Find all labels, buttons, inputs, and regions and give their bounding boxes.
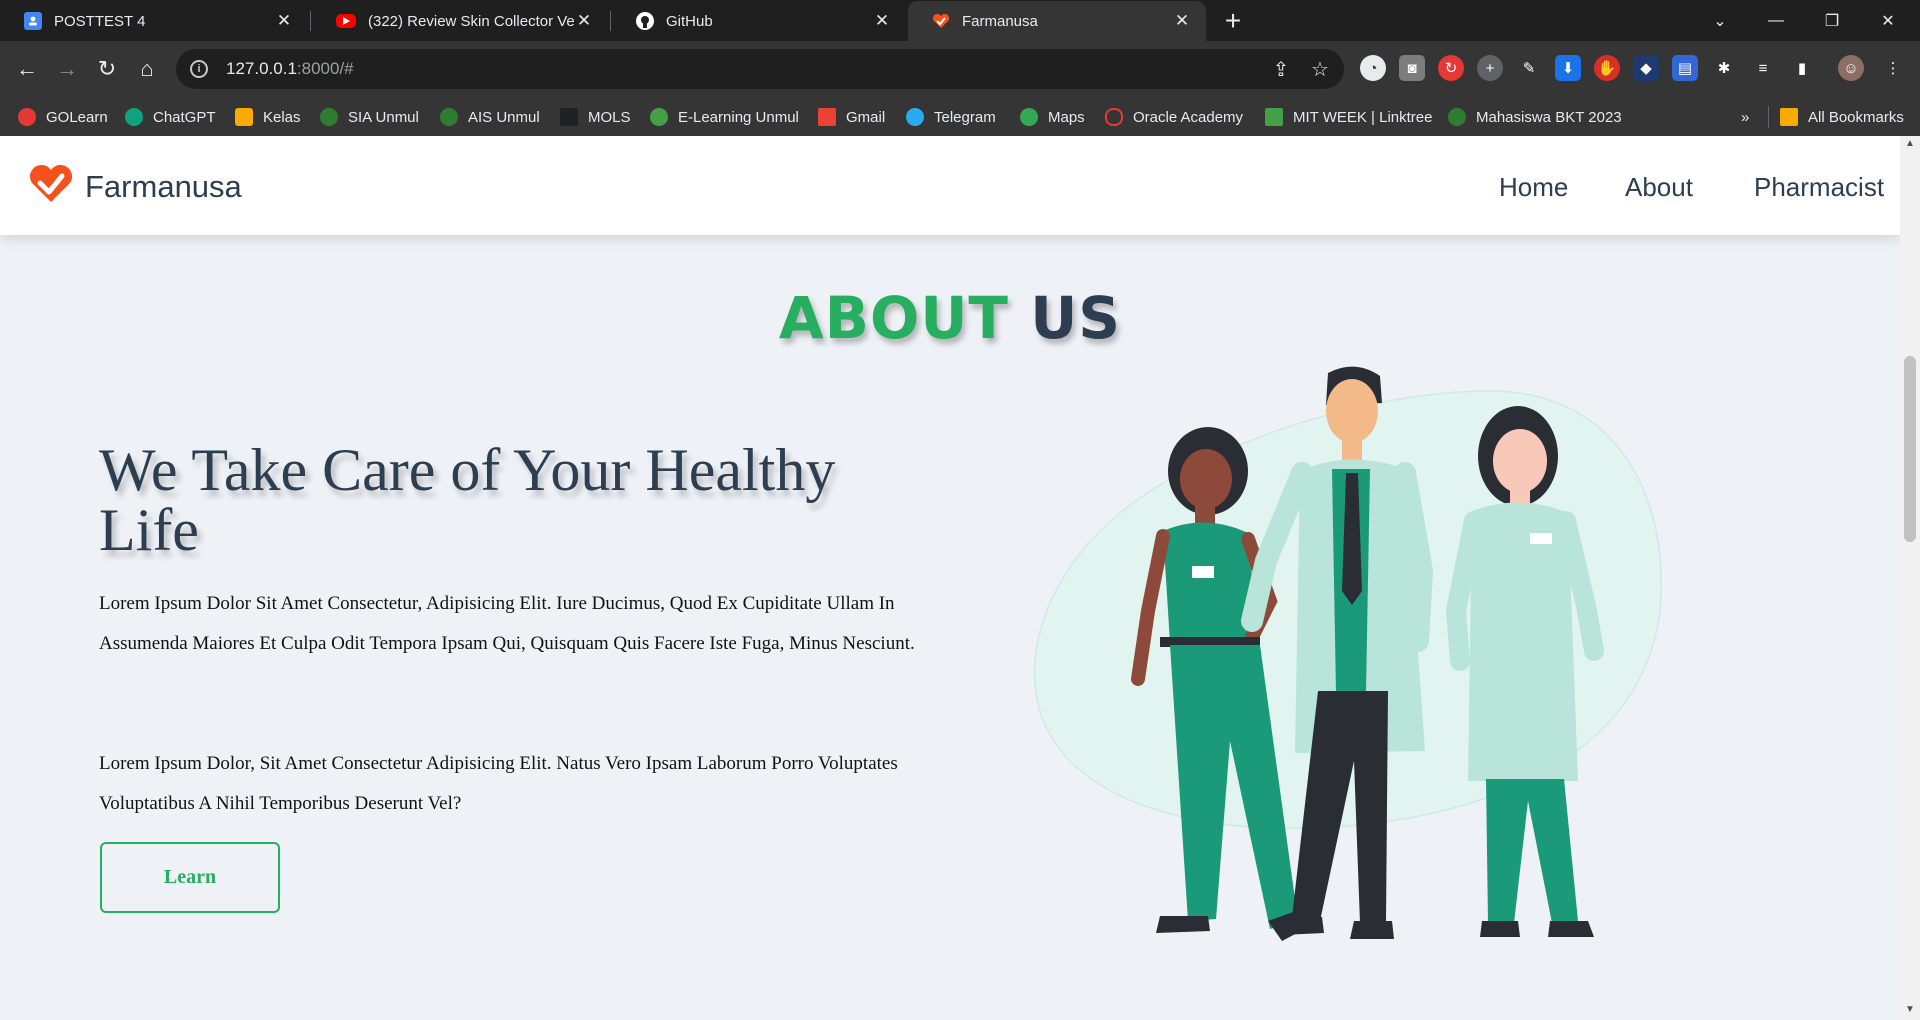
page-viewport: Farmanusa Home About Pharmacist ABOUT US… xyxy=(0,136,1900,1020)
site-header: Farmanusa Home About Pharmacist xyxy=(0,136,1900,235)
profile-avatar[interactable]: ☺ xyxy=(1838,55,1864,81)
unmul-icon xyxy=(320,108,338,126)
classroom-icon xyxy=(24,12,42,30)
folder-icon xyxy=(1780,108,1798,126)
menu-kebab-icon[interactable]: ⋮ xyxy=(1880,55,1906,81)
scrollbar-thumb[interactable] xyxy=(1904,356,1916,542)
bookmark-oracle-academy[interactable]: Oracle Academy xyxy=(1105,106,1243,128)
adblock-extension-icon[interactable]: ✋ xyxy=(1594,55,1620,81)
site-info-icon[interactable]: i xyxy=(190,60,208,78)
mols-house-icon xyxy=(560,108,578,126)
tab-github[interactable]: GitHub ✕ xyxy=(612,1,906,41)
nav-pharmacist[interactable]: Pharmacist xyxy=(1754,172,1884,203)
heart-check-logo-icon xyxy=(29,164,73,209)
section-title-about: ABOUT xyxy=(778,284,1009,352)
browser-toolbar: ← → ↻ ⌂ i 127.0.0.1:8000/# ⇪ ☆ ◔ ◙ ↻ + ✎… xyxy=(0,41,1920,97)
about-paragraph-2: Lorem Ipsum Dolor, Sit Amet Consectetur … xyxy=(99,753,898,814)
learn-button[interactable]: Learn xyxy=(100,842,280,913)
tab-strip: POSTTEST 4 ✕ (322) Review Skin Collector… xyxy=(0,0,1920,41)
all-bookmarks-button[interactable]: All Bookmarks xyxy=(1780,106,1904,128)
restore-icon[interactable]: ❐ xyxy=(1804,0,1860,41)
bookmarks-overflow-button[interactable]: » xyxy=(1741,106,1749,128)
kelas-icon xyxy=(235,108,253,126)
bookmark-sia-unmul[interactable]: SIA Unmul xyxy=(320,106,419,128)
nav-about[interactable]: About xyxy=(1625,172,1693,203)
close-tab-icon[interactable]: ✕ xyxy=(574,11,594,31)
tab-farmanusa[interactable]: Farmanusa ✕ xyxy=(908,1,1206,41)
home-icon[interactable]: ⌂ xyxy=(131,53,163,85)
side-panel-icon[interactable]: ▮ xyxy=(1789,55,1815,81)
page-scrollbar[interactable]: ▲ ▼ xyxy=(1900,136,1920,1020)
docs-extension-icon[interactable]: ▤ xyxy=(1672,55,1698,81)
nav-home[interactable]: Home xyxy=(1499,172,1568,203)
bookmark-kelas[interactable]: Kelas xyxy=(235,106,301,128)
reload-icon[interactable]: ↻ xyxy=(91,53,123,85)
tab-search-icon[interactable]: ⌄ xyxy=(1692,0,1748,41)
scroll-down-arrow-icon[interactable]: ▼ xyxy=(1905,1004,1915,1015)
about-paragraph-1: Lorem Ipsum Dolor Sit Amet Consectetur, … xyxy=(99,593,915,654)
bookmark-golearn[interactable]: GOLearn xyxy=(18,106,108,128)
golearn-icon xyxy=(18,108,36,126)
oracle-icon xyxy=(1105,108,1123,126)
reading-list-icon[interactable]: ≡ xyxy=(1750,55,1776,81)
scroll-up-arrow-icon[interactable]: ▲ xyxy=(1905,138,1915,149)
security-extension-icon[interactable]: ◆ xyxy=(1633,55,1659,81)
back-icon[interactable]: ← xyxy=(11,53,43,85)
unmul-icon xyxy=(440,108,458,126)
farmanusa-favicon xyxy=(932,12,950,30)
section-title-us: US xyxy=(1030,284,1122,352)
speed-dial-extension-icon[interactable]: ◔ xyxy=(1360,55,1386,81)
close-tab-icon[interactable]: ✕ xyxy=(1172,11,1192,31)
bookmark-gmail[interactable]: Gmail xyxy=(818,106,885,128)
forward-icon[interactable]: → xyxy=(51,53,83,85)
maps-pin-icon xyxy=(1020,108,1038,126)
bookmark-maps[interactable]: Maps xyxy=(1020,106,1085,128)
bookmark-mahasiswa-bkt[interactable]: Mahasiswa BKT 2023 xyxy=(1448,106,1622,128)
bookmark-star-icon[interactable]: ☆ xyxy=(1309,58,1331,81)
bookmark-telegram[interactable]: Telegram xyxy=(906,106,996,128)
youtube-icon xyxy=(336,14,356,28)
minimize-icon[interactable]: — xyxy=(1748,0,1804,41)
bookmark-chatgpt[interactable]: ChatGPT xyxy=(125,106,216,128)
bookmarks-bar: GOLearn ChatGPT Kelas SIA Unmul AIS Unmu… xyxy=(0,97,1920,136)
url-text[interactable]: 127.0.0.1:8000/# xyxy=(226,59,354,79)
tab-youtube[interactable]: (322) Review Skin Collector Vexa ✕ xyxy=(312,1,608,41)
bookmark-mit-week[interactable]: MIT WEEK | Linktree xyxy=(1265,106,1433,128)
refresh-extension-icon[interactable]: ↻ xyxy=(1438,55,1464,81)
tab-posttest[interactable]: POSTTEST 4 ✕ xyxy=(0,1,308,41)
address-bar[interactable]: i 127.0.0.1:8000/# ⇪ ☆ xyxy=(176,49,1344,89)
site-logo[interactable]: Farmanusa xyxy=(29,164,242,209)
bookmark-elearning-unmul[interactable]: E-Learning Unmul xyxy=(650,106,799,128)
bookmarks-divider xyxy=(1768,106,1769,128)
extensions-puzzle-icon[interactable]: ✱ xyxy=(1711,55,1737,81)
close-tab-icon[interactable]: ✕ xyxy=(872,11,892,31)
bookmark-ais-unmul[interactable]: AIS Unmul xyxy=(440,106,540,128)
close-tab-icon[interactable]: ✕ xyxy=(274,11,294,31)
share-icon[interactable]: ⇪ xyxy=(1270,58,1292,81)
color-picker-extension-icon[interactable]: ✎ xyxy=(1516,55,1542,81)
about-headline: We Take Care of Your Healthy Life xyxy=(99,437,836,563)
section-title: ABOUT US xyxy=(0,284,1900,352)
gmail-icon xyxy=(818,108,836,126)
tab-separator xyxy=(610,11,611,31)
medical-team-illustration xyxy=(1033,366,1662,941)
tab-separator xyxy=(310,11,311,31)
add-extension-icon[interactable]: + xyxy=(1477,55,1503,81)
brand-name: Farmanusa xyxy=(85,168,242,204)
linktree-icon xyxy=(1265,108,1283,126)
camera-extension-icon[interactable]: ◙ xyxy=(1399,55,1425,81)
github-icon xyxy=(636,12,654,30)
elearning-icon xyxy=(650,108,668,126)
download-extension-icon[interactable]: ⬇ xyxy=(1555,55,1581,81)
telegram-icon xyxy=(906,108,924,126)
bkt-icon xyxy=(1448,108,1466,126)
bookmark-mols[interactable]: MOLS xyxy=(560,106,631,128)
close-window-icon[interactable]: ✕ xyxy=(1860,0,1916,41)
chatgpt-icon xyxy=(125,108,143,126)
new-tab-button[interactable]: + xyxy=(1217,5,1249,37)
